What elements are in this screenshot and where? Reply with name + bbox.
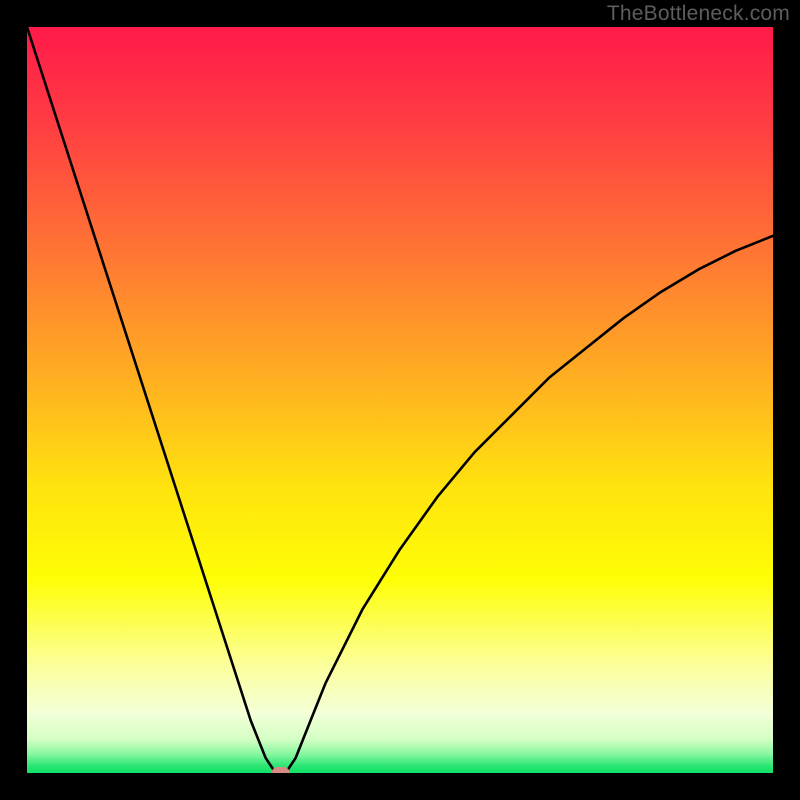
plot-svg xyxy=(27,27,773,773)
plot-background xyxy=(27,27,773,773)
watermark-text: TheBottleneck.com xyxy=(607,2,790,26)
chart-frame: TheBottleneck.com xyxy=(0,0,800,800)
bottleneck-plot xyxy=(27,27,773,773)
